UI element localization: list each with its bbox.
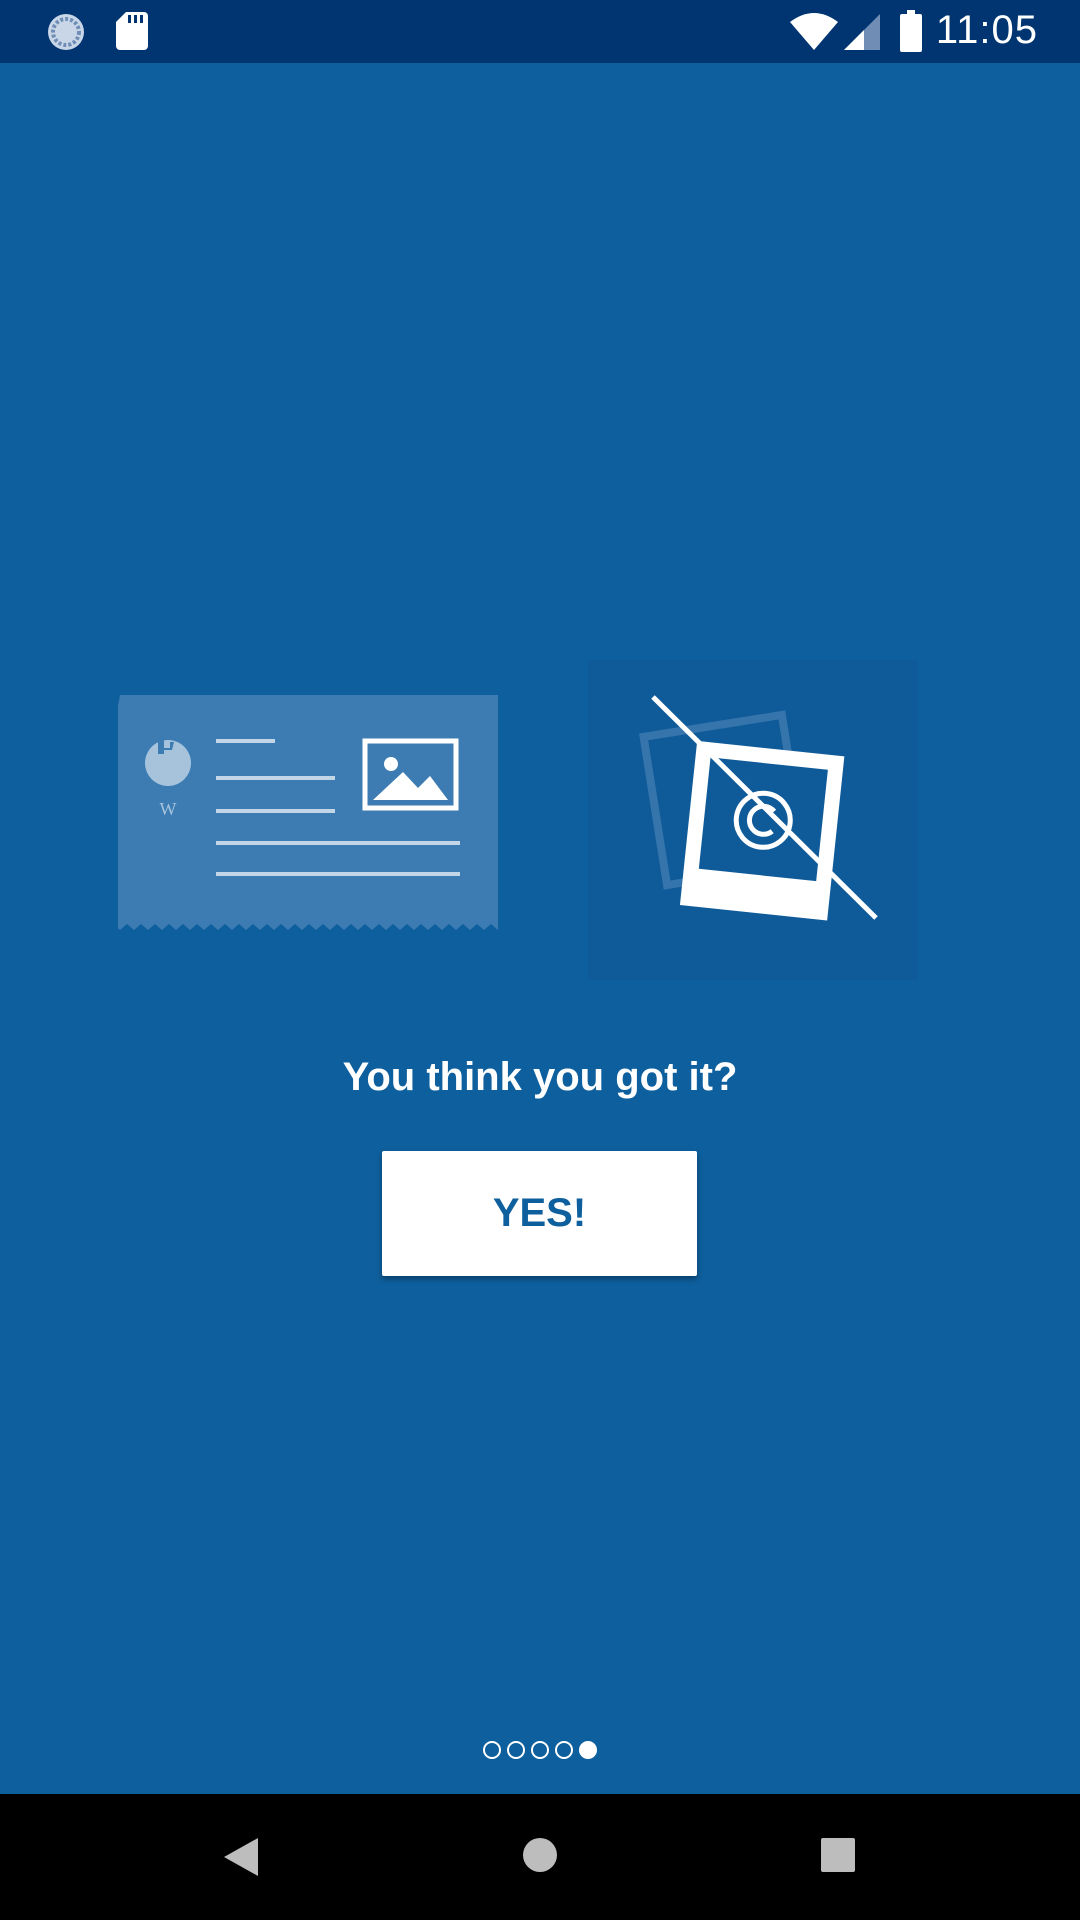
page-dot — [483, 1741, 501, 1759]
back-icon[interactable] — [224, 1838, 258, 1881]
yes-button[interactable]: YES! — [382, 1151, 697, 1276]
sync-circle-icon — [46, 12, 86, 57]
signal-icon — [844, 14, 880, 55]
page-dot-active — [579, 1741, 597, 1759]
onboarding-illustration: W — [77, 660, 918, 980]
onboarding-title: You think you got it? — [342, 1055, 738, 1099]
home-icon[interactable] — [522, 1837, 558, 1878]
page-dot — [531, 1741, 549, 1759]
wikipedia-card-icon: W — [77, 695, 498, 930]
no-copyrighted-photo-icon — [588, 660, 918, 980]
recents-icon[interactable] — [821, 1838, 855, 1877]
page-dot — [507, 1741, 525, 1759]
status-time: 11:05 — [935, 8, 1038, 52]
page-dot — [555, 1741, 573, 1759]
status-bar: 11:05 — [0, 0, 1080, 63]
wifi-icon — [790, 12, 838, 55]
page-indicator — [0, 1741, 1080, 1759]
onboarding-screen: 11:05 W You think you got it? YES! — [0, 0, 1080, 1920]
sd-card-icon — [116, 12, 148, 55]
navigation-bar — [0, 1794, 1080, 1920]
svg-text:W: W — [160, 799, 177, 819]
battery-icon — [900, 10, 922, 57]
